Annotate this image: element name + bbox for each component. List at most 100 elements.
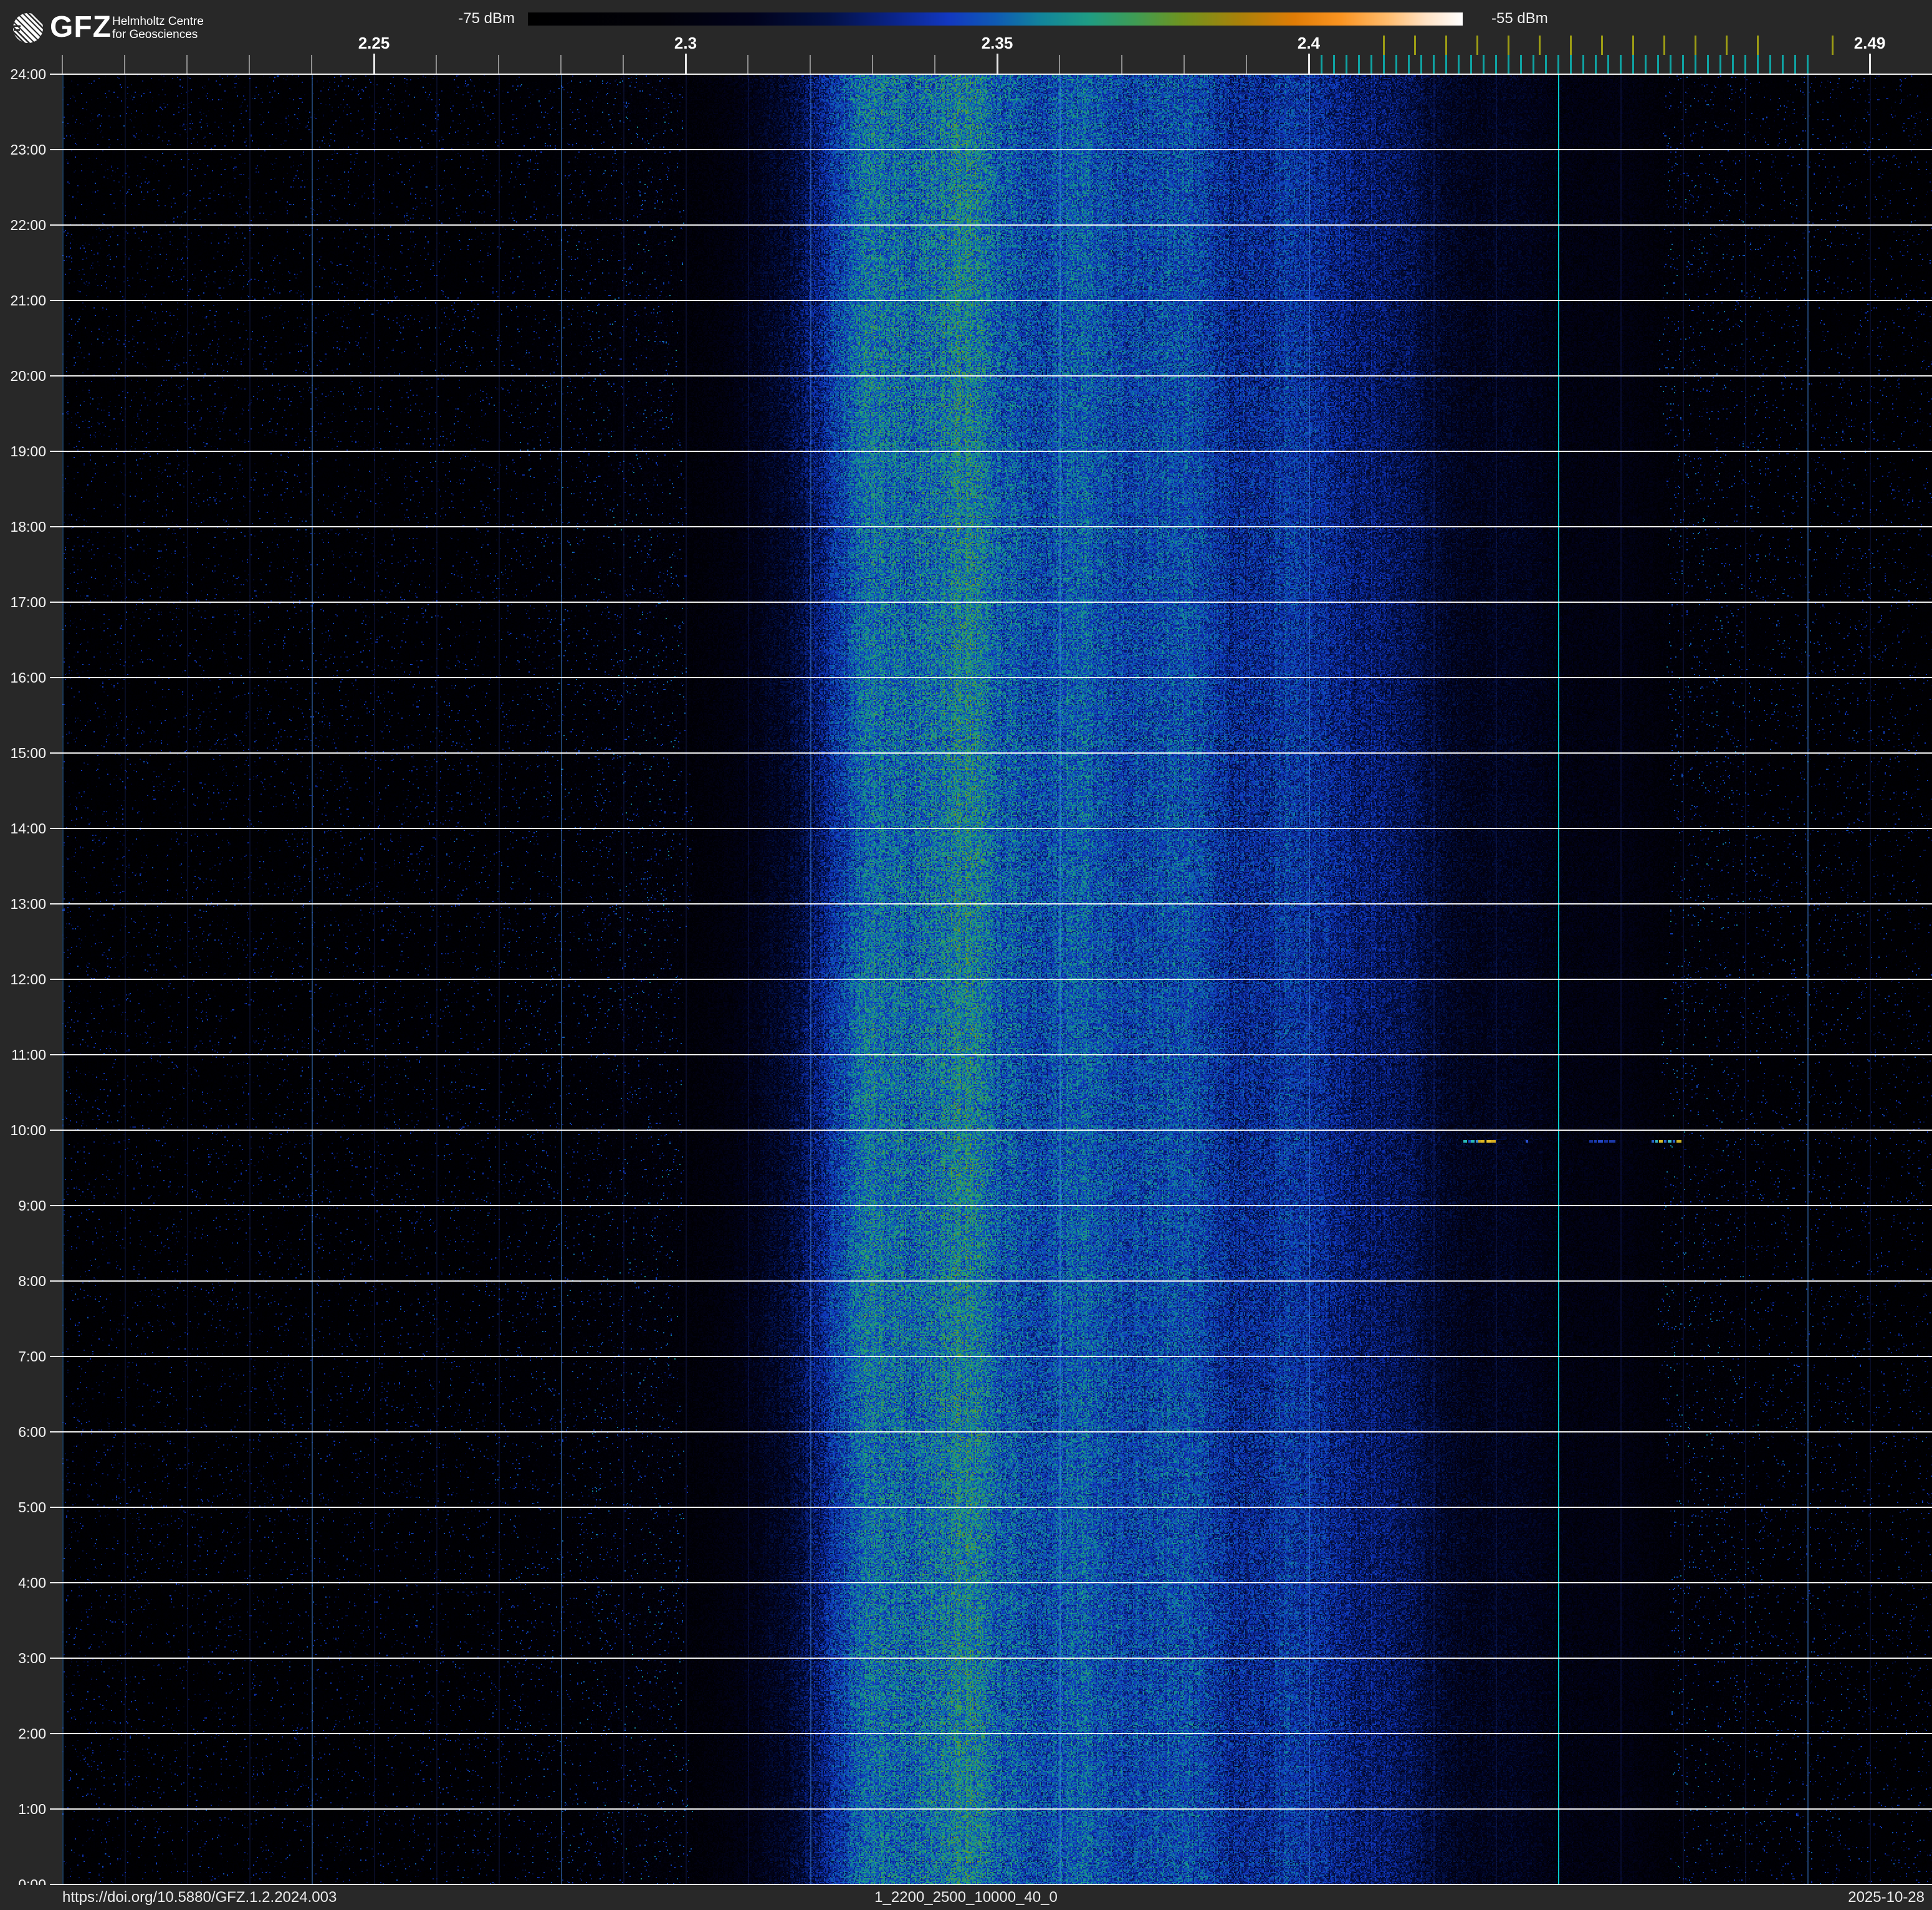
hour-gridline xyxy=(50,602,1932,603)
time-label: 24:00 xyxy=(0,66,46,82)
time-label: 23:00 xyxy=(0,142,46,158)
ble-channel-tick xyxy=(1520,55,1522,74)
ble-channel-tick xyxy=(1620,55,1622,74)
wifi-channel-tick xyxy=(1695,36,1696,55)
header-bar: GFZ Helmholtz Centre for Geosciences -75… xyxy=(0,0,1932,74)
hour-gridline xyxy=(50,224,1932,226)
freq-minor-tick xyxy=(249,55,250,74)
colorbar-min-label: -75 dBm xyxy=(403,11,515,27)
ble-channel-tick xyxy=(1533,55,1534,74)
hour-gridline xyxy=(50,1356,1932,1357)
ble-channel-tick xyxy=(1433,55,1435,74)
logo-subtitle-line2: for Geosciences xyxy=(112,28,204,41)
hour-gridline xyxy=(50,149,1932,150)
colorbar-gradient xyxy=(528,12,1463,26)
hour-gridline xyxy=(50,1582,1932,1583)
ble-channel-tick xyxy=(1757,55,1759,74)
ble-channel-tick xyxy=(1557,55,1559,74)
hour-gridline xyxy=(50,828,1932,829)
wifi-channel-tick xyxy=(1570,36,1572,55)
logo-subtitle: Helmholtz Centre for Geosciences xyxy=(112,15,204,41)
hour-gridline xyxy=(50,1658,1932,1659)
freq-tick-label: 2.49 xyxy=(1832,34,1907,52)
ble-channel-tick xyxy=(1782,55,1784,74)
ble-channel-tick xyxy=(1794,55,1796,74)
hour-gridline xyxy=(50,451,1932,452)
ble-channel-tick xyxy=(1570,55,1572,74)
time-label: 4:00 xyxy=(0,1575,46,1591)
ble-channel-tick xyxy=(1383,55,1385,74)
freq-major-tick xyxy=(997,54,998,74)
ble-channel-tick xyxy=(1744,55,1746,74)
wifi-channel-tick xyxy=(1663,36,1665,55)
spectrogram-figure: GFZ Helmholtz Centre for Geosciences -75… xyxy=(0,0,1932,1910)
time-label: 3:00 xyxy=(0,1650,46,1666)
ble-channel-tick xyxy=(1719,55,1721,74)
time-label: 7:00 xyxy=(0,1348,46,1365)
ble-channel-tick xyxy=(1370,55,1372,74)
hour-gridline xyxy=(50,1130,1932,1131)
hour-gridline xyxy=(50,1808,1932,1810)
hour-gridline xyxy=(50,1054,1932,1055)
gfz-globe-icon xyxy=(12,12,44,44)
time-label: 14:00 xyxy=(0,820,46,837)
ble-channel-tick xyxy=(1420,55,1422,74)
time-label: 1:00 xyxy=(0,1801,46,1817)
dataset-title: 1_2200_2500_10000_40_0 xyxy=(0,1885,1932,1910)
ble-channel-tick xyxy=(1657,55,1659,74)
hour-gridline xyxy=(50,1733,1932,1734)
hour-gridline xyxy=(50,752,1932,754)
hour-gridline xyxy=(50,300,1932,301)
wifi-channel-tick xyxy=(1414,36,1416,55)
wifi-channel-tick xyxy=(1445,36,1447,55)
time-label: 12:00 xyxy=(0,971,46,987)
freq-tick-label: 2.25 xyxy=(337,34,411,52)
hour-gridline xyxy=(50,677,1932,678)
time-label: 2:00 xyxy=(0,1725,46,1742)
freq-minor-tick xyxy=(934,55,935,74)
freq-minor-tick xyxy=(124,55,125,74)
ble-channel-tick xyxy=(1732,55,1734,74)
wifi-channel-tick xyxy=(1757,36,1759,55)
hour-gridline xyxy=(50,1431,1932,1432)
freq-major-tick xyxy=(685,54,687,74)
ble-channel-tick xyxy=(1346,55,1347,74)
freq-minor-tick xyxy=(186,55,188,74)
ble-channel-tick xyxy=(1470,55,1472,74)
hour-gridline xyxy=(50,1205,1932,1206)
ble-channel-tick xyxy=(1445,55,1447,74)
ble-channel-tick xyxy=(1395,55,1397,74)
time-label: 13:00 xyxy=(0,896,46,912)
freq-minor-tick xyxy=(747,55,748,74)
freq-minor-tick xyxy=(1121,55,1122,74)
hour-gridline xyxy=(50,375,1932,377)
time-label: 19:00 xyxy=(0,443,46,459)
wifi-channel-tick xyxy=(1539,36,1541,55)
ble-channel-tick xyxy=(1632,55,1634,74)
time-label: 16:00 xyxy=(0,669,46,686)
ble-channel-tick xyxy=(1508,55,1509,74)
logo-org-text: GFZ xyxy=(50,10,112,44)
ble-channel-tick xyxy=(1595,55,1597,74)
date-label: 2025-10-28 xyxy=(1848,1885,1925,1910)
ble-channel-tick xyxy=(1495,55,1497,74)
freq-minor-tick xyxy=(498,55,499,74)
freq-minor-tick xyxy=(1059,55,1060,74)
wifi-channel-tick xyxy=(1632,36,1634,55)
freq-minor-tick xyxy=(560,55,562,74)
ble-channel-tick xyxy=(1483,55,1485,74)
freq-tick-label: 2.3 xyxy=(648,34,723,52)
ble-channel-tick xyxy=(1682,55,1684,74)
ble-channel-tick xyxy=(1321,55,1322,74)
freq-minor-tick xyxy=(436,55,437,74)
hour-gridline xyxy=(50,979,1932,980)
time-label: 8:00 xyxy=(0,1273,46,1289)
ble-channel-tick xyxy=(1807,55,1809,74)
freq-minor-tick xyxy=(810,55,811,74)
ble-channel-tick xyxy=(1333,55,1335,74)
time-label: 22:00 xyxy=(0,217,46,233)
time-label: 11:00 xyxy=(0,1047,46,1063)
freq-major-tick xyxy=(1308,54,1310,74)
time-label: 20:00 xyxy=(0,368,46,384)
wifi-channel-tick xyxy=(1508,36,1509,55)
